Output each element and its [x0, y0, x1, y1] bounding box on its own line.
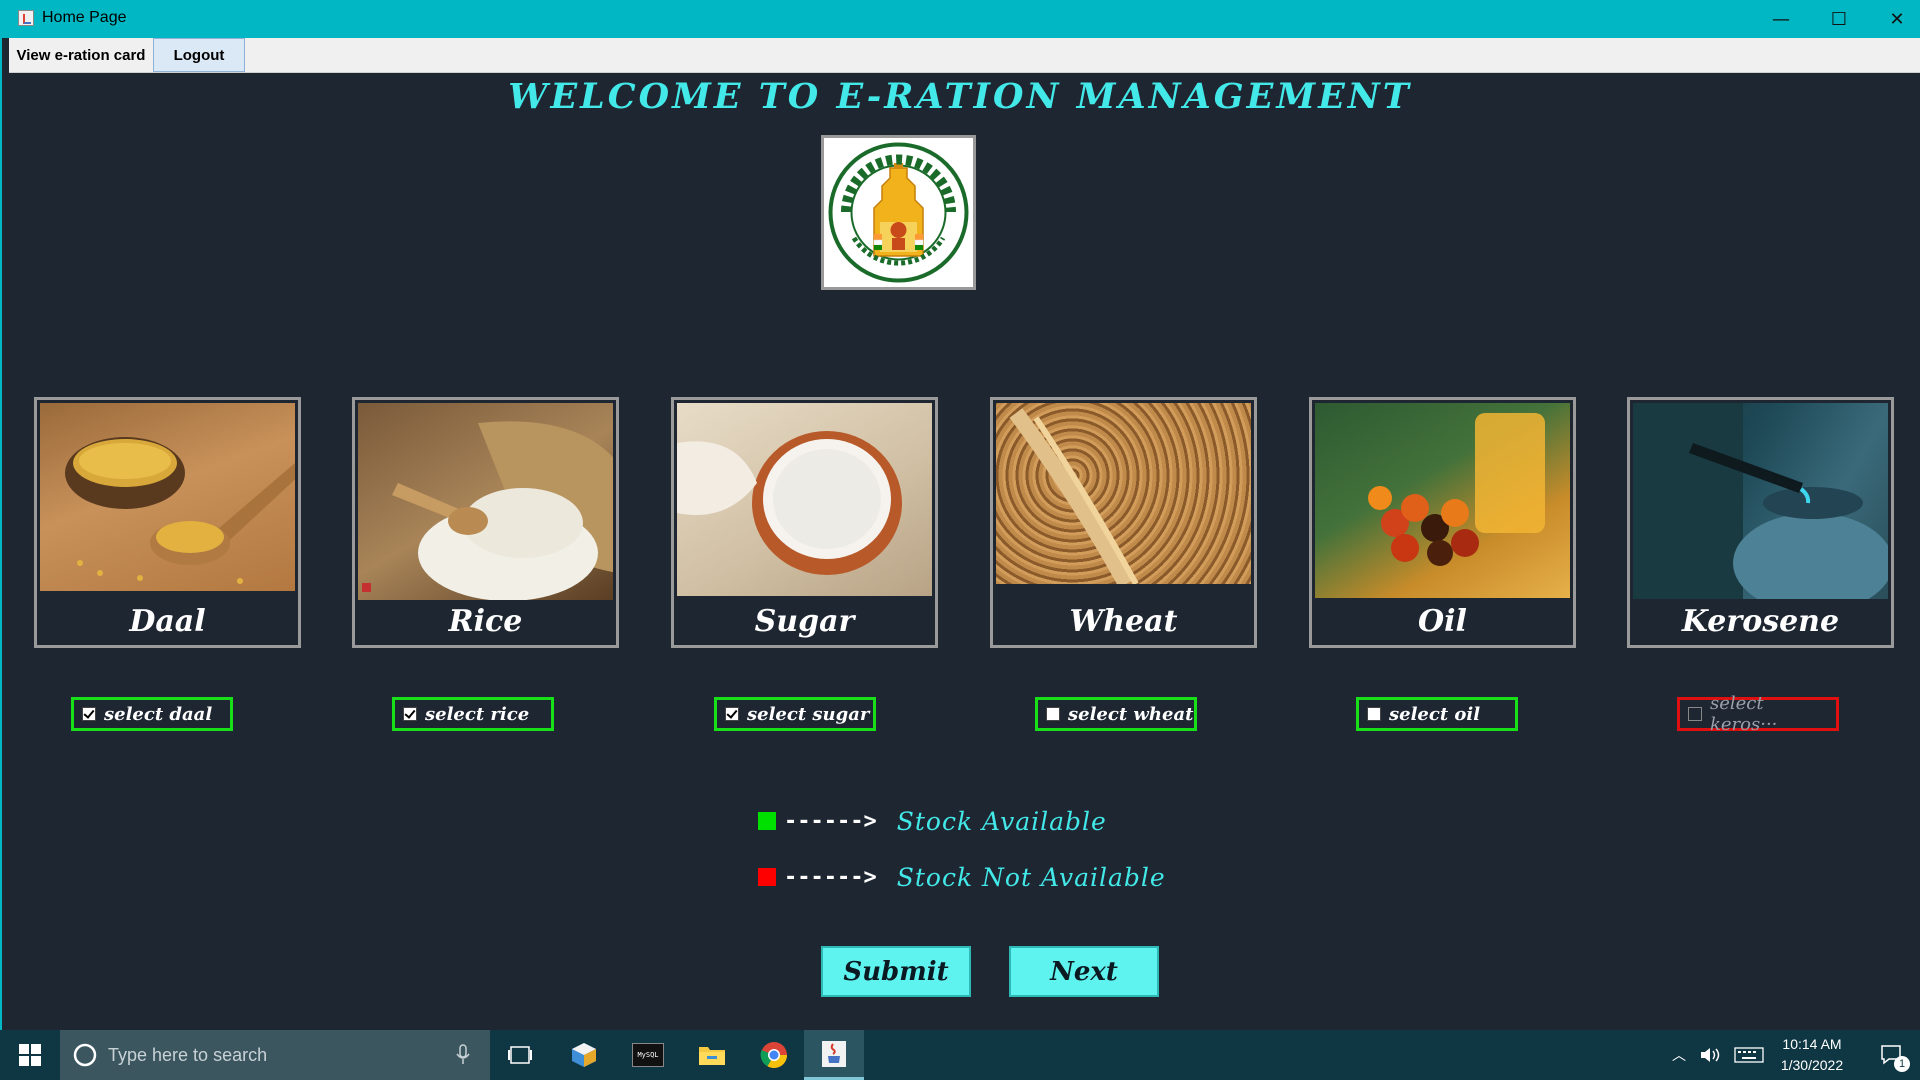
cortana-circle-icon [73, 1043, 97, 1067]
taskbar-netbeans[interactable] [554, 1030, 614, 1080]
java-cup-icon [822, 1040, 846, 1067]
action-center-button[interactable]: 1 [1864, 1030, 1920, 1080]
search-placeholder: Type here to search [108, 1044, 268, 1065]
maximize-button[interactable]: ☐ [1810, 0, 1868, 38]
legend-stock-not-available: ------> Stock Not Available [758, 859, 1166, 895]
item-name-rice: Rice [448, 604, 523, 639]
clock-time: 10:14 AM [1782, 1036, 1842, 1052]
item-card-oil: Oil [1309, 397, 1576, 648]
taskbar-clock[interactable]: 10:14 AM 1/30/2022 [1760, 1034, 1864, 1076]
item-name-sugar: Sugar [754, 604, 855, 639]
kerosene-image [1633, 403, 1888, 599]
task-view-icon [508, 1046, 532, 1064]
checkbox-select-sugar[interactable]: select sugar [714, 697, 876, 731]
tamil-nadu-emblem-logo [821, 135, 976, 290]
task-view-button[interactable] [490, 1030, 550, 1080]
checkbox-select-rice[interactable]: select rice [392, 697, 554, 731]
close-button[interactable]: ✕ [1868, 0, 1920, 38]
netbeans-cube-icon [572, 1043, 596, 1067]
menu-logout[interactable]: Logout [153, 38, 245, 72]
menu-view-ration-card[interactable]: View e-ration card [9, 38, 153, 72]
checkbox-wheat-box[interactable] [1046, 707, 1060, 721]
item-name-wheat: Wheat [1069, 604, 1178, 639]
windows-logo-icon [19, 1044, 41, 1066]
daal-image [40, 403, 295, 591]
checkbox-rice-label: select rice [425, 703, 530, 725]
chrome-icon [760, 1042, 788, 1069]
checkbox-sugar-label: select sugar [747, 703, 870, 725]
legend-not-available-text: Stock Not Available [896, 862, 1166, 892]
microphone-icon [456, 1044, 470, 1064]
item-card-wheat: Wheat [990, 397, 1257, 648]
windows-start-button[interactable] [0, 1030, 60, 1080]
checkbox-oil-label: select oil [1389, 703, 1481, 725]
legend-arrow: ------> [784, 808, 877, 834]
item-name-oil: Oil [1418, 604, 1467, 639]
window-title: Home Page [42, 9, 127, 26]
notification-count-badge: 1 [1894, 1056, 1910, 1072]
sugar-image [677, 403, 932, 596]
clock-date: 1/30/2022 [1780, 1057, 1844, 1073]
taskbar-chrome[interactable] [744, 1030, 804, 1080]
green-square-icon [758, 812, 776, 830]
checkbox-kerosene-box[interactable] [1688, 707, 1702, 721]
checkbox-select-oil[interactable]: select oil [1356, 697, 1518, 731]
wheat-image [996, 403, 1251, 584]
checkbox-select-wheat[interactable]: select wheat [1035, 697, 1197, 731]
taskbar-mysql[interactable]: MySQL [618, 1030, 678, 1080]
title-bar: Home Page — ☐ ✕ [0, 0, 1920, 38]
checkbox-rice-box[interactable] [403, 707, 417, 721]
next-button[interactable]: Next [1009, 946, 1159, 997]
checkbox-sugar-box[interactable] [725, 707, 739, 721]
checkbox-select-kerosene[interactable]: select keros··· [1677, 693, 1839, 735]
system-tray: ︿ [1672, 1030, 1764, 1080]
submit-button[interactable]: Submit [821, 946, 971, 997]
checkbox-oil-box[interactable] [1367, 707, 1381, 721]
page-title: WELCOME TO E-RATION MANAGEMENT [508, 76, 1412, 117]
item-name-kerosene: Kerosene [1681, 604, 1840, 639]
menu-bar: View e-ration card Logout [9, 38, 1920, 73]
volume-icon [1701, 1048, 1720, 1062]
checkbox-select-daal[interactable]: select daal [71, 697, 233, 731]
taskbar-file-explorer[interactable] [682, 1030, 742, 1080]
item-card-daal: Daal [34, 397, 301, 648]
folder-icon [699, 1047, 725, 1065]
taskbar: Type here to search MySQL ︿ 10:14 AM 1/3… [0, 1030, 1920, 1080]
item-card-sugar: Sugar [671, 397, 938, 648]
show-hidden-icons-chevron-icon[interactable]: ︿ [1672, 1045, 1686, 1065]
red-square-icon [758, 868, 776, 886]
legend-arrow: ------> [784, 864, 877, 890]
checkbox-daal-label: select daal [104, 703, 213, 725]
checkbox-wheat-label: select wheat [1068, 703, 1194, 725]
item-card-kerosene: Kerosene [1627, 397, 1894, 648]
minimize-button[interactable]: — [1752, 0, 1810, 38]
legend-available-text: Stock Available [896, 806, 1107, 836]
oil-image [1315, 403, 1570, 598]
checkbox-kerosene-label: select keros··· [1710, 693, 1778, 735]
checkbox-daal-box[interactable] [82, 707, 96, 721]
taskbar-search-box[interactable]: Type here to search [60, 1030, 490, 1080]
rice-image [358, 403, 613, 600]
taskbar-java-app[interactable] [804, 1030, 864, 1080]
java-app-icon [18, 10, 34, 26]
item-card-rice: Rice [352, 397, 619, 648]
item-name-daal: Daal [129, 604, 206, 639]
legend-stock-available: ------> Stock Available [758, 803, 1107, 839]
window-left-border [0, 38, 9, 1030]
mysql-terminal-icon: MySQL [632, 1043, 664, 1067]
